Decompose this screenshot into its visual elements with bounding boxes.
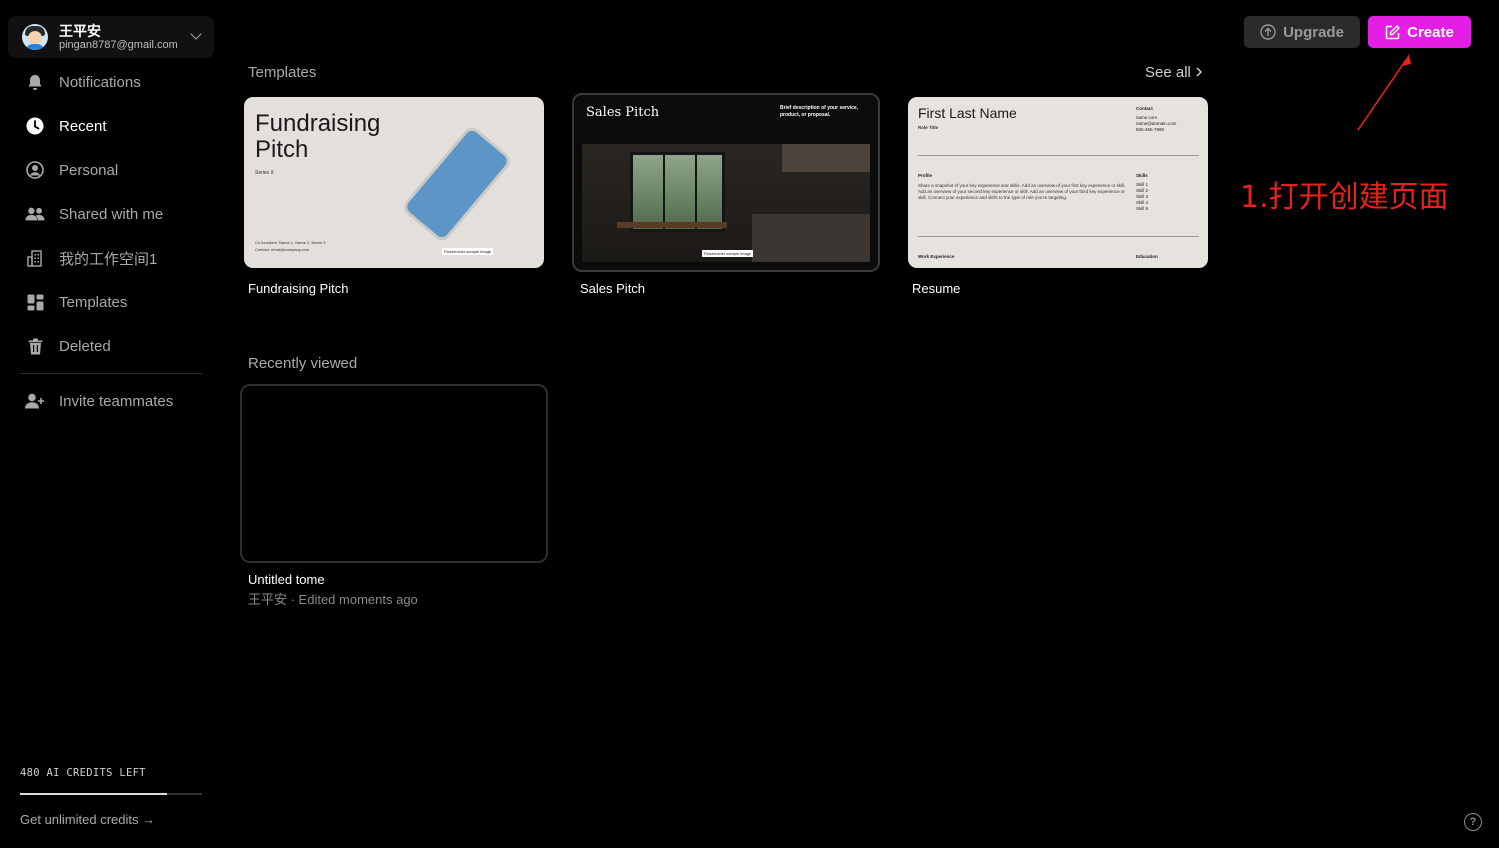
credits-progress-fill (20, 793, 168, 795)
see-all-link[interactable]: See all (1145, 64, 1203, 81)
arrow-right-icon: → (138, 812, 156, 827)
sidebar-item-templates[interactable]: Templates (20, 280, 202, 324)
sidebar-item-label: Shared with me (59, 205, 164, 223)
sidebar-item-label: Notifications (59, 73, 141, 91)
card-footer-line: Co founders: Name 1, Name 2, Name 3 (255, 240, 326, 245)
resume-divider (918, 236, 1199, 237)
card-heading: Sales Pitch (586, 105, 660, 120)
template-label: Resume (912, 281, 961, 296)
sidebar-item-label: 我的工作空间1 (59, 250, 158, 268)
get-unlimited-credits-link[interactable]: Get unlimited credits → (20, 812, 155, 827)
kitchen-image (582, 144, 870, 262)
sidebar-item-personal[interactable]: Personal (20, 148, 202, 192)
card-footer: Co founders: Name 1, Name 2, Name 3 Cont… (255, 239, 325, 253)
resume-contact: Contact name.com name@domain.com 555-456… (1136, 106, 1176, 133)
resume-contact-line: 555-456-7890 (1136, 127, 1165, 132)
chevron-down-icon (190, 28, 202, 40)
resume-education-heading: Education (1136, 254, 1158, 259)
sidebar-nav: Notifications Recent Personal Shared wit… (20, 60, 202, 368)
users-icon (25, 204, 45, 224)
credits-progress (20, 793, 202, 795)
upgrade-label: Upgrade (1283, 23, 1344, 41)
annotation-text: 1.打开创建页面 (1240, 180, 1449, 215)
resume-divider (918, 155, 1199, 156)
invite-label: Invite teammates (59, 392, 174, 410)
sidebar-item-notifications[interactable]: Notifications (20, 60, 202, 104)
template-card-fundraising[interactable]: Fundraising Pitch Series X Co founders: … (244, 97, 544, 268)
card-heading: Fundraising Pitch (255, 110, 381, 163)
chevron-right-icon (1195, 64, 1203, 81)
sidebar-item-label: Templates (59, 293, 128, 311)
recent-tome-title: Untitled tome (248, 572, 325, 587)
resume-skills-heading: Skills (1136, 173, 1148, 178)
grid-icon (25, 292, 45, 312)
template-card-resume[interactable]: First Last Name Role Title Contact name.… (908, 97, 1208, 268)
invite-teammates-button[interactable]: Invite teammates (20, 379, 202, 423)
resume-contact-heading: Contact (1136, 106, 1153, 111)
user-plus-icon (25, 391, 45, 411)
get-credits-label: Get unlimited credits (20, 812, 139, 827)
card-description: Brief description of your service, produ… (780, 105, 859, 118)
resume-profile-body: Share a snapshot of your key experience … (918, 183, 1126, 200)
upgrade-button[interactable]: Upgrade (1244, 16, 1360, 48)
account-switcher[interactable]: 王平安 pingan8787@gmail.com (8, 16, 214, 58)
trash-icon (25, 336, 45, 356)
resume-name: First Last Name (918, 105, 1017, 121)
recent-tome-meta: 王平安 · Edited moments ago (248, 592, 418, 607)
account-name: 王平安 (59, 22, 101, 39)
clock-icon (25, 116, 45, 136)
sidebar-secondary: Invite teammates (20, 379, 202, 423)
sidebar-item-label: Recent (59, 117, 107, 135)
card-footer-line: Contact: email@company.com (255, 247, 310, 252)
bell-icon (25, 72, 45, 92)
resume-profile-heading: Profile (918, 173, 933, 178)
sidebar-item-label: Personal (59, 161, 119, 179)
recently-viewed-heading: Recently viewed (248, 355, 358, 372)
recent-tome-card[interactable] (240, 384, 548, 563)
create-button[interactable]: Create (1368, 16, 1471, 48)
building-icon (25, 248, 45, 268)
card-subtitle: Series X (255, 170, 274, 176)
template-label: Sales Pitch (580, 281, 646, 296)
image-caption: Placeholder sample image (702, 250, 754, 257)
sidebar-item-deleted[interactable]: Deleted (20, 324, 202, 368)
sidebar-divider (20, 373, 202, 374)
see-all-label: See all (1145, 64, 1191, 81)
phone-image (400, 123, 514, 245)
sidebar-item-recent[interactable]: Recent (20, 104, 202, 148)
template-label: Fundraising Pitch (248, 281, 349, 296)
image-caption: Placeholder sample image (442, 248, 494, 255)
sidebar-item-shared[interactable]: Shared with me (20, 192, 202, 236)
account-email: pingan8787@gmail.com (59, 38, 178, 51)
avatar (22, 24, 48, 50)
create-label: Create (1407, 23, 1454, 41)
sidebar: 王平安 pingan8787@gmail.com Notifications R… (0, 0, 215, 848)
resume-skill: Skill 5 (1136, 206, 1149, 211)
annotation-arrow (1357, 54, 1411, 131)
resume-work-heading: Work Experience (918, 254, 955, 259)
user-circle-icon (25, 160, 45, 180)
help-icon[interactable]: ? (1464, 813, 1482, 831)
sidebar-item-label: Deleted (59, 337, 111, 355)
edit-icon (1385, 24, 1401, 40)
resume-skills: Skills Skill 1 Skill 2 Skill 3 Skill 4 S… (1136, 173, 1148, 212)
arrow-up-circle-icon (1260, 24, 1276, 40)
sidebar-item-workspace[interactable]: 我的工作空间1 (20, 236, 202, 280)
resume-role: Role Title (918, 125, 939, 130)
templates-heading: Templates (248, 64, 317, 81)
template-card-sales-pitch[interactable]: Sales Pitch Brief description of your se… (572, 93, 880, 272)
credits-remaining: 480 AI CREDITS LEFT (20, 767, 146, 779)
